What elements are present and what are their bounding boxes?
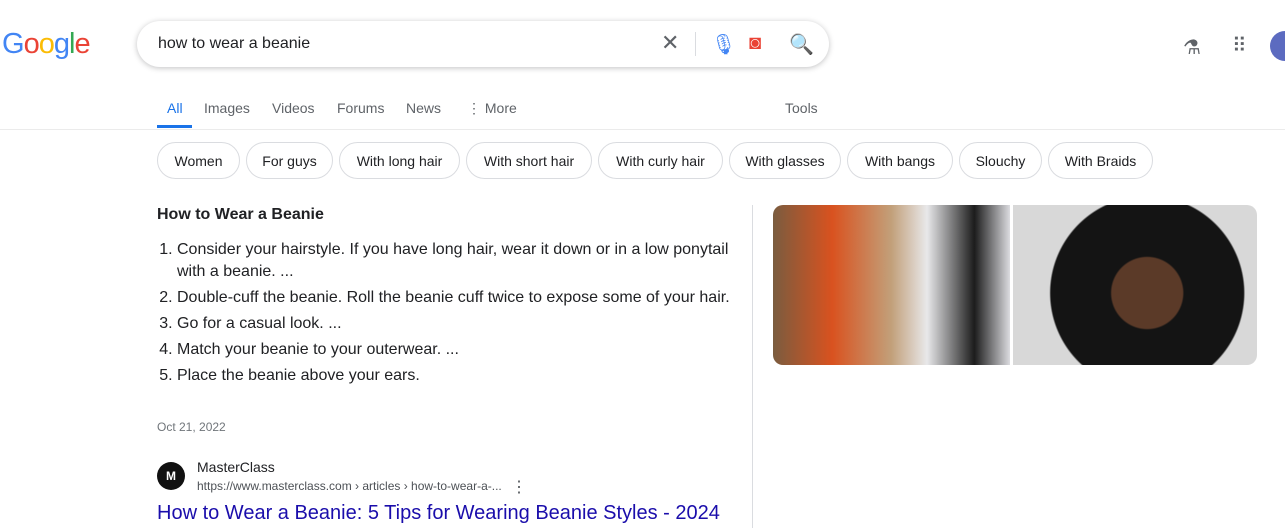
chip-bangs[interactable]: With bangs xyxy=(847,142,953,179)
more-vert-icon: ⋮ xyxy=(467,100,481,116)
chip-long-hair[interactable]: With long hair xyxy=(339,142,460,179)
snippet-title: How to Wear a Beanie xyxy=(157,206,324,223)
divider xyxy=(0,129,1285,130)
microphone-icon[interactable]: 🎙 xyxy=(711,32,736,57)
result-url[interactable]: https://www.masterclass.com › articles ›… xyxy=(197,479,502,493)
beanie-image-1[interactable] xyxy=(773,205,1010,365)
search-box[interactable]: how to wear a beanie ✕ 🎙 ◙ 🔍 xyxy=(137,21,829,67)
list-item: Place the beanie above your ears. xyxy=(177,365,737,387)
close-icon[interactable]: ✕ xyxy=(661,30,679,56)
tab-videos[interactable]: Videos xyxy=(272,100,315,116)
chip-curly-hair[interactable]: With curly hair xyxy=(598,142,723,179)
lens-icon[interactable]: ◙ xyxy=(749,32,761,55)
more-options-icon[interactable]: ⋮ xyxy=(511,477,527,497)
chip-braids[interactable]: With Braids xyxy=(1048,142,1153,179)
tab-more[interactable]: ⋮ More xyxy=(467,100,517,117)
search-icon[interactable]: 🔍 xyxy=(789,32,814,57)
chip-glasses[interactable]: With glasses xyxy=(729,142,841,179)
chip-women[interactable]: Women xyxy=(157,142,240,179)
masterclass-favicon: M xyxy=(157,462,185,490)
beanie-image-2[interactable] xyxy=(1013,205,1257,365)
apps-grid-icon[interactable]: ⠿ xyxy=(1232,33,1247,58)
chip-short-hair[interactable]: With short hair xyxy=(466,142,592,179)
list-item: Match your beanie to your outerwear. ... xyxy=(177,339,737,361)
labs-flask-icon[interactable]: ⚗ xyxy=(1183,35,1201,60)
snippet-list: Consider your hairstyle. If you have lon… xyxy=(157,239,737,391)
tab-news[interactable]: News xyxy=(406,100,441,116)
result-site[interactable]: MasterClass xyxy=(197,459,275,475)
tab-all[interactable]: All xyxy=(167,100,183,116)
search-input[interactable]: how to wear a beanie xyxy=(158,35,310,53)
tab-forums[interactable]: Forums xyxy=(337,100,384,116)
list-item: Double-cuff the beanie. Roll the beanie … xyxy=(177,287,737,309)
tab-images[interactable]: Images xyxy=(204,100,250,116)
avatar[interactable] xyxy=(1270,31,1285,61)
active-tab-indicator xyxy=(157,125,192,128)
snippet-date: Oct 21, 2022 xyxy=(157,420,226,434)
result-title-link[interactable]: How to Wear a Beanie: 5 Tips for Wearing… xyxy=(157,502,720,525)
list-item: Consider your hairstyle. If you have lon… xyxy=(177,239,737,283)
list-item: Go for a casual look. ... xyxy=(177,313,737,335)
divider xyxy=(752,205,753,528)
tools-button[interactable]: Tools xyxy=(785,100,818,116)
divider xyxy=(695,32,696,56)
chip-for-guys[interactable]: For guys xyxy=(246,142,333,179)
google-logo[interactable]: Google xyxy=(2,28,91,61)
chip-slouchy[interactable]: Slouchy xyxy=(959,142,1042,179)
